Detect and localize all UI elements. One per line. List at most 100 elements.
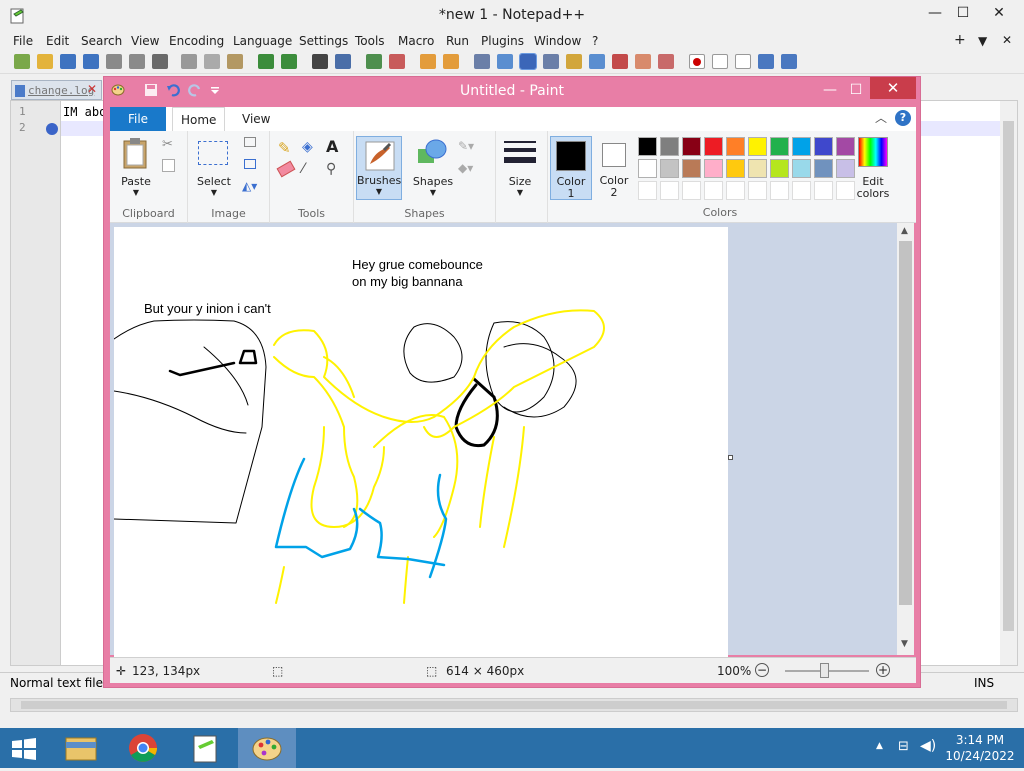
fill-shape-icon[interactable]: ◆▾ (458, 161, 473, 175)
menu-language[interactable]: Language (233, 34, 292, 48)
crop-icon[interactable] (244, 137, 256, 147)
print-icon[interactable] (152, 54, 168, 69)
fill-icon[interactable]: ◈ (302, 139, 313, 155)
menu-run[interactable]: Run (446, 34, 469, 48)
canvas-vertical-scrollbar[interactable]: ▲ ▼ (897, 223, 914, 655)
palette-swatch-empty[interactable] (682, 181, 701, 200)
run-multiple-macro-icon[interactable] (758, 54, 774, 69)
menu-view[interactable]: View (131, 34, 159, 48)
shapes-button[interactable]: Shapes (410, 175, 456, 188)
menu-help[interactable]: ? (592, 34, 598, 48)
save-all-icon[interactable] (83, 54, 99, 69)
indent-guide-icon[interactable] (519, 53, 537, 70)
start-button[interactable] (0, 728, 48, 768)
zoom-in-button[interactable]: + (876, 663, 890, 677)
udl-icon[interactable] (543, 54, 559, 69)
palette-swatch-empty[interactable] (726, 181, 745, 200)
size-button[interactable]: Size (496, 175, 544, 188)
palette-swatch[interactable] (770, 137, 789, 156)
paste-icon[interactable] (227, 54, 243, 69)
tab-list-button[interactable]: ▼ (978, 34, 987, 48)
color-picker-icon[interactable]: ⁄ (302, 161, 304, 177)
replace-icon[interactable] (335, 54, 351, 69)
palette-swatch[interactable] (836, 137, 855, 156)
palette-swatch[interactable] (748, 159, 767, 178)
word-wrap-icon[interactable] (474, 54, 490, 69)
palette-swatch-empty[interactable] (748, 181, 767, 200)
undo-icon[interactable] (258, 54, 274, 69)
palette-swatch[interactable] (660, 159, 679, 178)
tab-change-log[interactable]: change.log ✕ (11, 80, 102, 100)
menu-encoding[interactable]: Encoding (169, 34, 224, 48)
scroll-thumb[interactable] (899, 241, 912, 605)
network-icon[interactable]: ⊟ (898, 739, 909, 754)
zoom-out-button[interactable]: − (755, 663, 769, 677)
cut-icon[interactable]: ✂ (162, 137, 173, 152)
new-file-icon[interactable] (14, 54, 30, 69)
minimize-ribbon-icon[interactable]: ︿ (875, 109, 887, 126)
palette-swatch[interactable] (814, 137, 833, 156)
select-button[interactable]: Select (192, 175, 236, 188)
paint-maximize-button[interactable]: ☐ (842, 80, 870, 100)
menu-edit[interactable]: Edit (46, 34, 69, 48)
tab-home[interactable]: Home (172, 107, 226, 132)
menu-tools[interactable]: Tools (355, 34, 385, 48)
palette-swatch[interactable] (770, 159, 789, 178)
palette-swatch[interactable] (814, 159, 833, 178)
close-file-icon[interactable] (106, 54, 122, 69)
palette-swatch[interactable] (682, 159, 701, 178)
menu-window[interactable]: Window (534, 34, 581, 48)
shapes-dropdown-icon[interactable]: ▼ (410, 188, 456, 197)
palette-swatch[interactable] (704, 159, 723, 178)
taskbar-file-explorer[interactable] (52, 728, 110, 768)
tab-close-icon[interactable]: ✕ (87, 82, 97, 96)
maximize-button[interactable]: ☐ (946, 3, 980, 23)
color2-button[interactable]: Color 2 (594, 136, 636, 200)
stop-macro-icon[interactable] (712, 54, 728, 69)
palette-swatch-empty[interactable] (704, 181, 723, 200)
palette-swatch[interactable] (682, 137, 701, 156)
menu-file[interactable]: File (13, 34, 33, 48)
open-file-icon[interactable] (37, 54, 53, 69)
color1-button[interactable]: Color 1 (550, 136, 592, 200)
paint-close-button[interactable]: ✕ (870, 77, 916, 99)
copy-icon[interactable] (162, 159, 175, 172)
drawing-canvas[interactable]: Hey grue comebounce on my big bannana Bu… (114, 227, 733, 657)
menu-search[interactable]: Search (81, 34, 122, 48)
magnifier-icon[interactable]: ⚲ (326, 161, 336, 177)
sync-h-icon[interactable] (443, 54, 459, 69)
zoom-out-icon[interactable] (389, 54, 405, 69)
paint-minimize-button[interactable]: — (816, 80, 844, 100)
palette-swatch[interactable] (792, 159, 811, 178)
menu-settings[interactable]: Settings (299, 34, 348, 48)
palette-swatch[interactable] (638, 159, 657, 178)
help-icon[interactable]: ? (895, 110, 911, 126)
scroll-up-icon[interactable]: ▲ (901, 226, 908, 236)
menu-macro[interactable]: Macro (398, 34, 434, 48)
sync-v-icon[interactable] (420, 54, 436, 69)
bookmark-icon[interactable] (46, 123, 58, 135)
pencil-icon[interactable]: ✎ (278, 139, 291, 157)
new-tab-button[interactable]: + (954, 32, 966, 48)
size-dropdown-icon[interactable]: ▼ (496, 188, 544, 197)
palette-swatch-empty[interactable] (638, 181, 657, 200)
palette-swatch-empty[interactable] (792, 181, 811, 200)
macro-icon[interactable] (658, 54, 674, 69)
zoom-in-icon[interactable] (366, 54, 382, 69)
palette-swatch[interactable] (726, 137, 745, 156)
doc-map-icon[interactable] (566, 54, 582, 69)
monitor-icon[interactable] (635, 54, 651, 69)
system-clock[interactable]: 3:14 PM 10/24/2022 (940, 732, 1020, 764)
resize-icon[interactable] (244, 159, 256, 169)
file-tab[interactable]: File (110, 107, 166, 131)
taskbar-notepadpp[interactable] (176, 728, 234, 768)
tab-view[interactable]: View (242, 112, 270, 126)
vertical-scrollbar[interactable] (1000, 101, 1017, 665)
folder-workspace-icon[interactable] (612, 54, 628, 69)
text-icon[interactable]: A (326, 137, 338, 156)
record-macro-icon[interactable] (689, 54, 705, 69)
close-button[interactable]: ✕ (982, 3, 1016, 23)
save-macro-icon[interactable] (781, 54, 797, 69)
palette-swatch-empty[interactable] (660, 181, 679, 200)
eraser-icon[interactable] (276, 160, 296, 178)
